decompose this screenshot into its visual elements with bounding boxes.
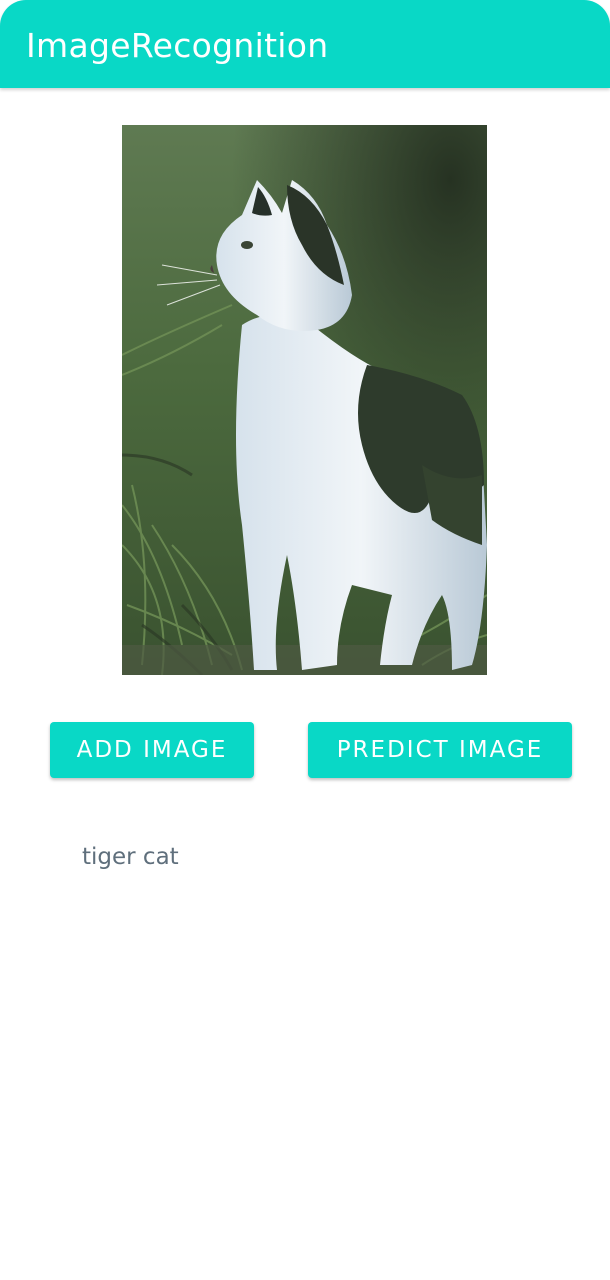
cat-photo-icon xyxy=(122,125,487,675)
predict-image-button[interactable]: PREDICT IMAGE xyxy=(308,722,572,778)
app-screen: ImageRecognition ADD IMAGE PREDICT IMAGE… xyxy=(0,0,610,1280)
app-bar: ImageRecognition xyxy=(0,0,610,88)
selected-image xyxy=(122,125,487,675)
prediction-result: tiger cat xyxy=(82,844,179,870)
predict-image-label: PREDICT IMAGE xyxy=(336,737,544,763)
add-image-button[interactable]: ADD IMAGE xyxy=(50,722,254,778)
add-image-label: ADD IMAGE xyxy=(76,737,228,763)
app-title: ImageRecognition xyxy=(26,26,329,65)
